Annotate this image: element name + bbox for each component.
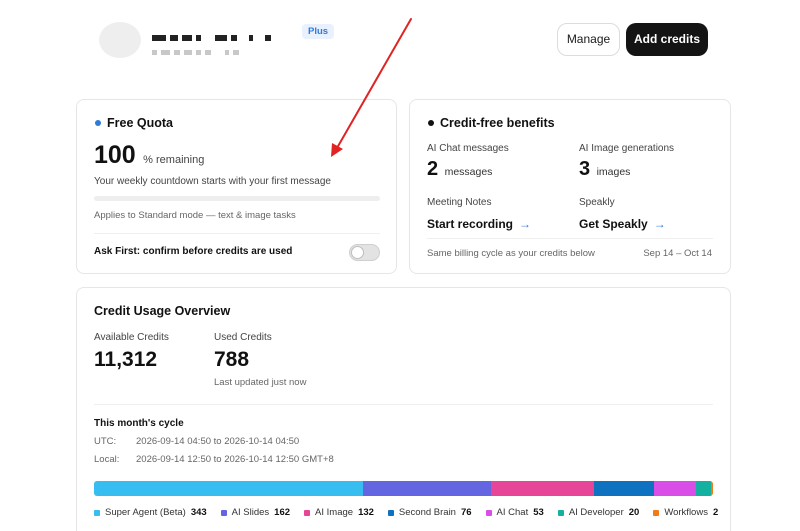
ai-image-unit: images	[596, 166, 631, 178]
ai-chat-count: 2 messages	[427, 158, 492, 181]
usage-segment-ai-developer	[695, 481, 712, 496]
usage-segment-super-agent-beta	[94, 481, 364, 496]
usage-segment-ai-image	[490, 481, 595, 496]
arrow-right-icon: →	[519, 217, 532, 231]
legend-swatch	[557, 509, 564, 516]
cycle-title: This month's cycle	[94, 418, 184, 429]
legend-swatch	[485, 509, 492, 516]
usage-segment-workflows	[711, 481, 713, 496]
legend-label: Workflows	[664, 507, 708, 518]
quota-percent: 100	[94, 141, 136, 169]
usage-title: Credit Usage Overview	[94, 304, 231, 318]
free-quota-title: Free Quota	[107, 116, 173, 130]
legend-label: AI Chat	[496, 507, 529, 518]
quota-remaining: 100 % remaining	[94, 141, 204, 170]
usage-segment-second-brain	[594, 481, 655, 496]
legend-label: AI Slides	[231, 507, 270, 518]
used-credits-value: 788	[214, 348, 250, 371]
legend-swatch	[94, 509, 100, 516]
start-recording-link[interactable]: Start recording →	[427, 217, 531, 231]
countdown-note: Your weekly countdown starts with your f…	[94, 176, 331, 187]
local-label: Local:	[94, 454, 120, 465]
legend-item-super-agent-beta: Super Agent (Beta) 343	[94, 507, 207, 518]
ai-image-count: 3 images	[579, 158, 630, 181]
get-speakly-text: Get Speakly	[579, 217, 648, 231]
applies-note: Applies to Standard mode — text & image …	[94, 210, 296, 221]
local-range: 2026-09-14 12:50 to 2026-10-14 12:50 GMT…	[136, 454, 334, 465]
legend-item-second-brain: Second Brain 76	[387, 507, 472, 518]
legend-value: 132	[358, 507, 374, 518]
ai-chat-label: AI Chat messages	[427, 143, 509, 154]
legend-item-ai-image: AI Image 132	[304, 507, 374, 518]
quota-dot-icon	[95, 120, 101, 126]
usage-segment-ai-chat	[654, 481, 696, 496]
utc-label: UTC:	[94, 436, 117, 447]
toggle-knob	[351, 246, 364, 259]
legend-label: AI Developer	[568, 507, 624, 518]
quota-divider	[94, 233, 380, 234]
legend-value: 2	[712, 507, 719, 518]
speakly-label: Speakly	[579, 197, 615, 208]
credit-usage-card: Credit Usage Overview Available Credits …	[76, 287, 731, 531]
available-credits-label: Available Credits	[94, 332, 169, 343]
legend-value: 76	[460, 507, 472, 518]
credit-free-benefits-card: Credit-free benefits AI Chat messages 2 …	[409, 99, 731, 274]
redacted-email	[152, 44, 243, 62]
last-updated-note: Last updated just now	[214, 377, 307, 388]
manage-button[interactable]: Manage	[557, 23, 620, 56]
get-speakly-link[interactable]: Get Speakly →	[579, 217, 666, 231]
avatar	[99, 22, 141, 58]
plan-badge: Plus	[302, 24, 335, 39]
billing-range: Sep 14 – Oct 14	[643, 248, 712, 259]
ai-image-label: AI Image generations	[579, 143, 675, 154]
benefits-dot-icon	[428, 120, 434, 126]
used-credits-label: Used Credits	[214, 332, 272, 343]
benefits-divider	[427, 238, 713, 239]
legend-item-ai-slides: AI Slides 162	[220, 507, 291, 518]
legend-swatch	[387, 509, 394, 516]
usage-divider	[94, 404, 713, 405]
legend-item-ai-chat: AI Chat 53	[485, 507, 544, 518]
legend-value: 20	[628, 507, 640, 518]
legend-value: 343	[190, 507, 207, 518]
ask-first-toggle[interactable]	[349, 244, 380, 261]
legend-value: 162	[274, 507, 291, 518]
legend-label: Second Brain	[398, 507, 456, 518]
meeting-notes-label: Meeting Notes	[427, 197, 492, 208]
ask-first-label: Ask First: confirm before credits are us…	[94, 246, 293, 257]
legend-item-workflows: Workflows 2	[653, 507, 718, 518]
ai-chat-number: 2	[427, 158, 439, 180]
legend-item-ai-developer: AI Developer 20	[557, 507, 640, 518]
billing-note: Same billing cycle as your credits below	[427, 248, 595, 259]
start-recording-text: Start recording	[427, 217, 514, 231]
free-quota-card: Free Quota 100 % remaining Your weekly c…	[76, 99, 397, 274]
utc-range: 2026-09-14 04:50 to 2026-10-14 04:50	[136, 436, 300, 447]
legend-label: Super Agent (Beta)	[105, 507, 186, 518]
account-header: Plus Manage Add credits	[0, 0, 800, 90]
usage-segment-ai-slides	[363, 481, 491, 496]
legend-swatch	[304, 509, 311, 516]
usage-stacked-bar	[94, 481, 713, 496]
legend-label: AI Image	[315, 507, 354, 518]
quota-percent-suffix: % remaining	[143, 154, 205, 166]
quota-progress-bar	[94, 196, 380, 201]
ai-image-number: 3	[579, 158, 591, 180]
add-credits-button[interactable]: Add credits	[626, 23, 708, 56]
arrow-right-icon: →	[653, 217, 666, 231]
available-credits-value: 11,312	[94, 348, 158, 371]
benefits-title: Credit-free benefits	[440, 116, 555, 130]
ai-chat-unit: messages	[444, 166, 493, 178]
legend-swatch	[653, 509, 660, 516]
legend-swatch	[220, 509, 227, 516]
usage-legend: Super Agent (Beta) 343 AI Slides 162 AI Imag…	[94, 507, 718, 518]
legend-value: 53	[533, 507, 544, 518]
